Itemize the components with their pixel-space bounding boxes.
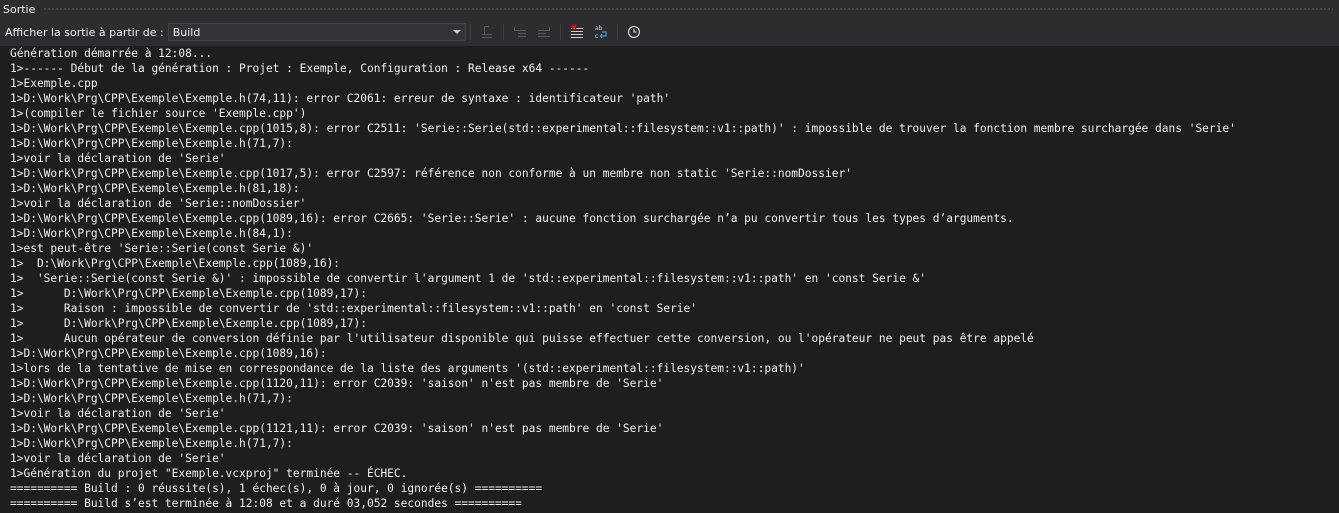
- output-line: 1>D:\Work\Prg\CPP\Exemple\Exemple.h(71,7…: [10, 437, 293, 450]
- output-line: 1>D:\Work\Prg\CPP\Exemple\Exemple.cpp(10…: [10, 122, 1236, 135]
- goto-line-icon: [481, 26, 492, 38]
- drag-grip[interactable]: [43, 6, 1333, 12]
- output-line: 1>D:\Work\Prg\CPP\Exemple\Exemple.h(74,1…: [10, 92, 671, 105]
- toolbar-separator: [469, 24, 471, 40]
- output-source-value: Build: [172, 25, 201, 39]
- output-line: 1>D:\Work\Prg\CPP\Exemple\Exemple.h(71,7…: [10, 137, 293, 150]
- output-line: 1>D:\Work\Prg\CPP\Exemple\Exemple.cpp(11…: [10, 422, 664, 435]
- clear-all-icon: [570, 24, 583, 38]
- panel-title: Sortie: [3, 2, 36, 16]
- output-line: 1> Aucun opérateur de conversion définie…: [10, 332, 1034, 345]
- output-line: Génération démarrée à 12:08...: [10, 47, 213, 60]
- output-line: 1>Génération du projet "Exemple.vcxproj"…: [10, 467, 408, 480]
- word-wrap-button[interactable]: ab c: [590, 22, 612, 42]
- output-line: 1>voir la déclaration de 'Serie': [10, 407, 226, 420]
- toolbar-separator: [559, 24, 561, 40]
- output-line: 1>D:\Work\Prg\CPP\Exemple\Exemple.h(81,1…: [10, 182, 300, 195]
- timestamp-button[interactable]: [623, 22, 645, 42]
- chevron-down-icon: [452, 30, 461, 34]
- goto-line-button[interactable]: [476, 22, 498, 42]
- next-message-button[interactable]: [533, 22, 555, 42]
- output-line: 1>------ Début de la génération : Projet…: [10, 62, 590, 75]
- output-window: Sortie Afficher la sortie à partir de : …: [0, 0, 1339, 513]
- output-line: 1> D:\Work\Prg\CPP\Exemple\Exemple.cpp(1…: [10, 317, 367, 330]
- output-line: 1> D:\Work\Prg\CPP\Exemple\Exemple.cpp(1…: [10, 287, 367, 300]
- toolbar-separator: [616, 24, 618, 40]
- output-line: 1>voir la déclaration de 'Serie::nomDoss…: [10, 197, 307, 210]
- output-text-area[interactable]: Génération démarrée à 12:08... 1>------ D…: [10, 46, 1335, 513]
- output-line: 1>lors de la tentative de mise en corres…: [10, 362, 805, 375]
- show-output-label: Afficher la sortie à partir de :: [5, 25, 164, 39]
- output-toolbar: Afficher la sortie à partir de : Build a…: [0, 18, 1339, 46]
- output-line: 1>(compiler le fichier source 'Exemple.c…: [10, 107, 307, 120]
- output-line: 1>D:\Work\Prg\CPP\Exemple\Exemple.h(71,7…: [10, 392, 293, 405]
- output-line: ========== Build : 0 réussite(s), 1 éche…: [10, 482, 543, 495]
- output-line: 1>D:\Work\Prg\CPP\Exemple\Exemple.cpp(10…: [10, 212, 1014, 225]
- output-line: 1>voir la déclaration de 'Serie': [10, 452, 226, 465]
- output-line: 1>D:\Work\Prg\CPP\Exemple\Exemple.cpp(10…: [10, 347, 327, 360]
- output-line: 1> 'Serie::Serie(const Serie &)' : impos…: [10, 272, 927, 285]
- timestamp-icon: [627, 25, 640, 39]
- output-line: 1>voir la déclaration de 'Serie': [10, 152, 226, 165]
- output-line: 1>D:\Work\Prg\CPP\Exemple\Exemple.cpp(10…: [10, 167, 852, 180]
- svg-text:c: c: [595, 33, 598, 40]
- output-line: 1> Raison : impossible de convertir de '…: [10, 302, 698, 315]
- prev-message-button[interactable]: [509, 22, 531, 42]
- output-source-dropdown[interactable]: Build: [167, 23, 466, 41]
- toolbar-separator: [502, 24, 504, 40]
- panel-titlebar[interactable]: Sortie: [0, 0, 1339, 18]
- output-line: 1>D:\Work\Prg\CPP\Exemple\Exemple.h(84,1…: [10, 227, 293, 240]
- prev-message-icon: [513, 27, 526, 37]
- clear-all-button[interactable]: [566, 22, 588, 42]
- output-line: 1>Exemple.cpp: [10, 77, 98, 90]
- output-line: 1>est peut-être 'Serie::Serie(const Seri…: [10, 242, 314, 255]
- next-message-icon: [537, 27, 550, 37]
- svg-text:ab: ab: [595, 25, 603, 32]
- output-line: 1> D:\Work\Prg\CPP\Exemple\Exemple.cpp(1…: [10, 257, 341, 270]
- word-wrap-icon: ab c: [595, 25, 607, 40]
- output-line: ========== Build s’est terminée à 12:08 …: [10, 497, 522, 510]
- output-line: 1>D:\Work\Prg\CPP\Exemple\Exemple.cpp(11…: [10, 377, 664, 390]
